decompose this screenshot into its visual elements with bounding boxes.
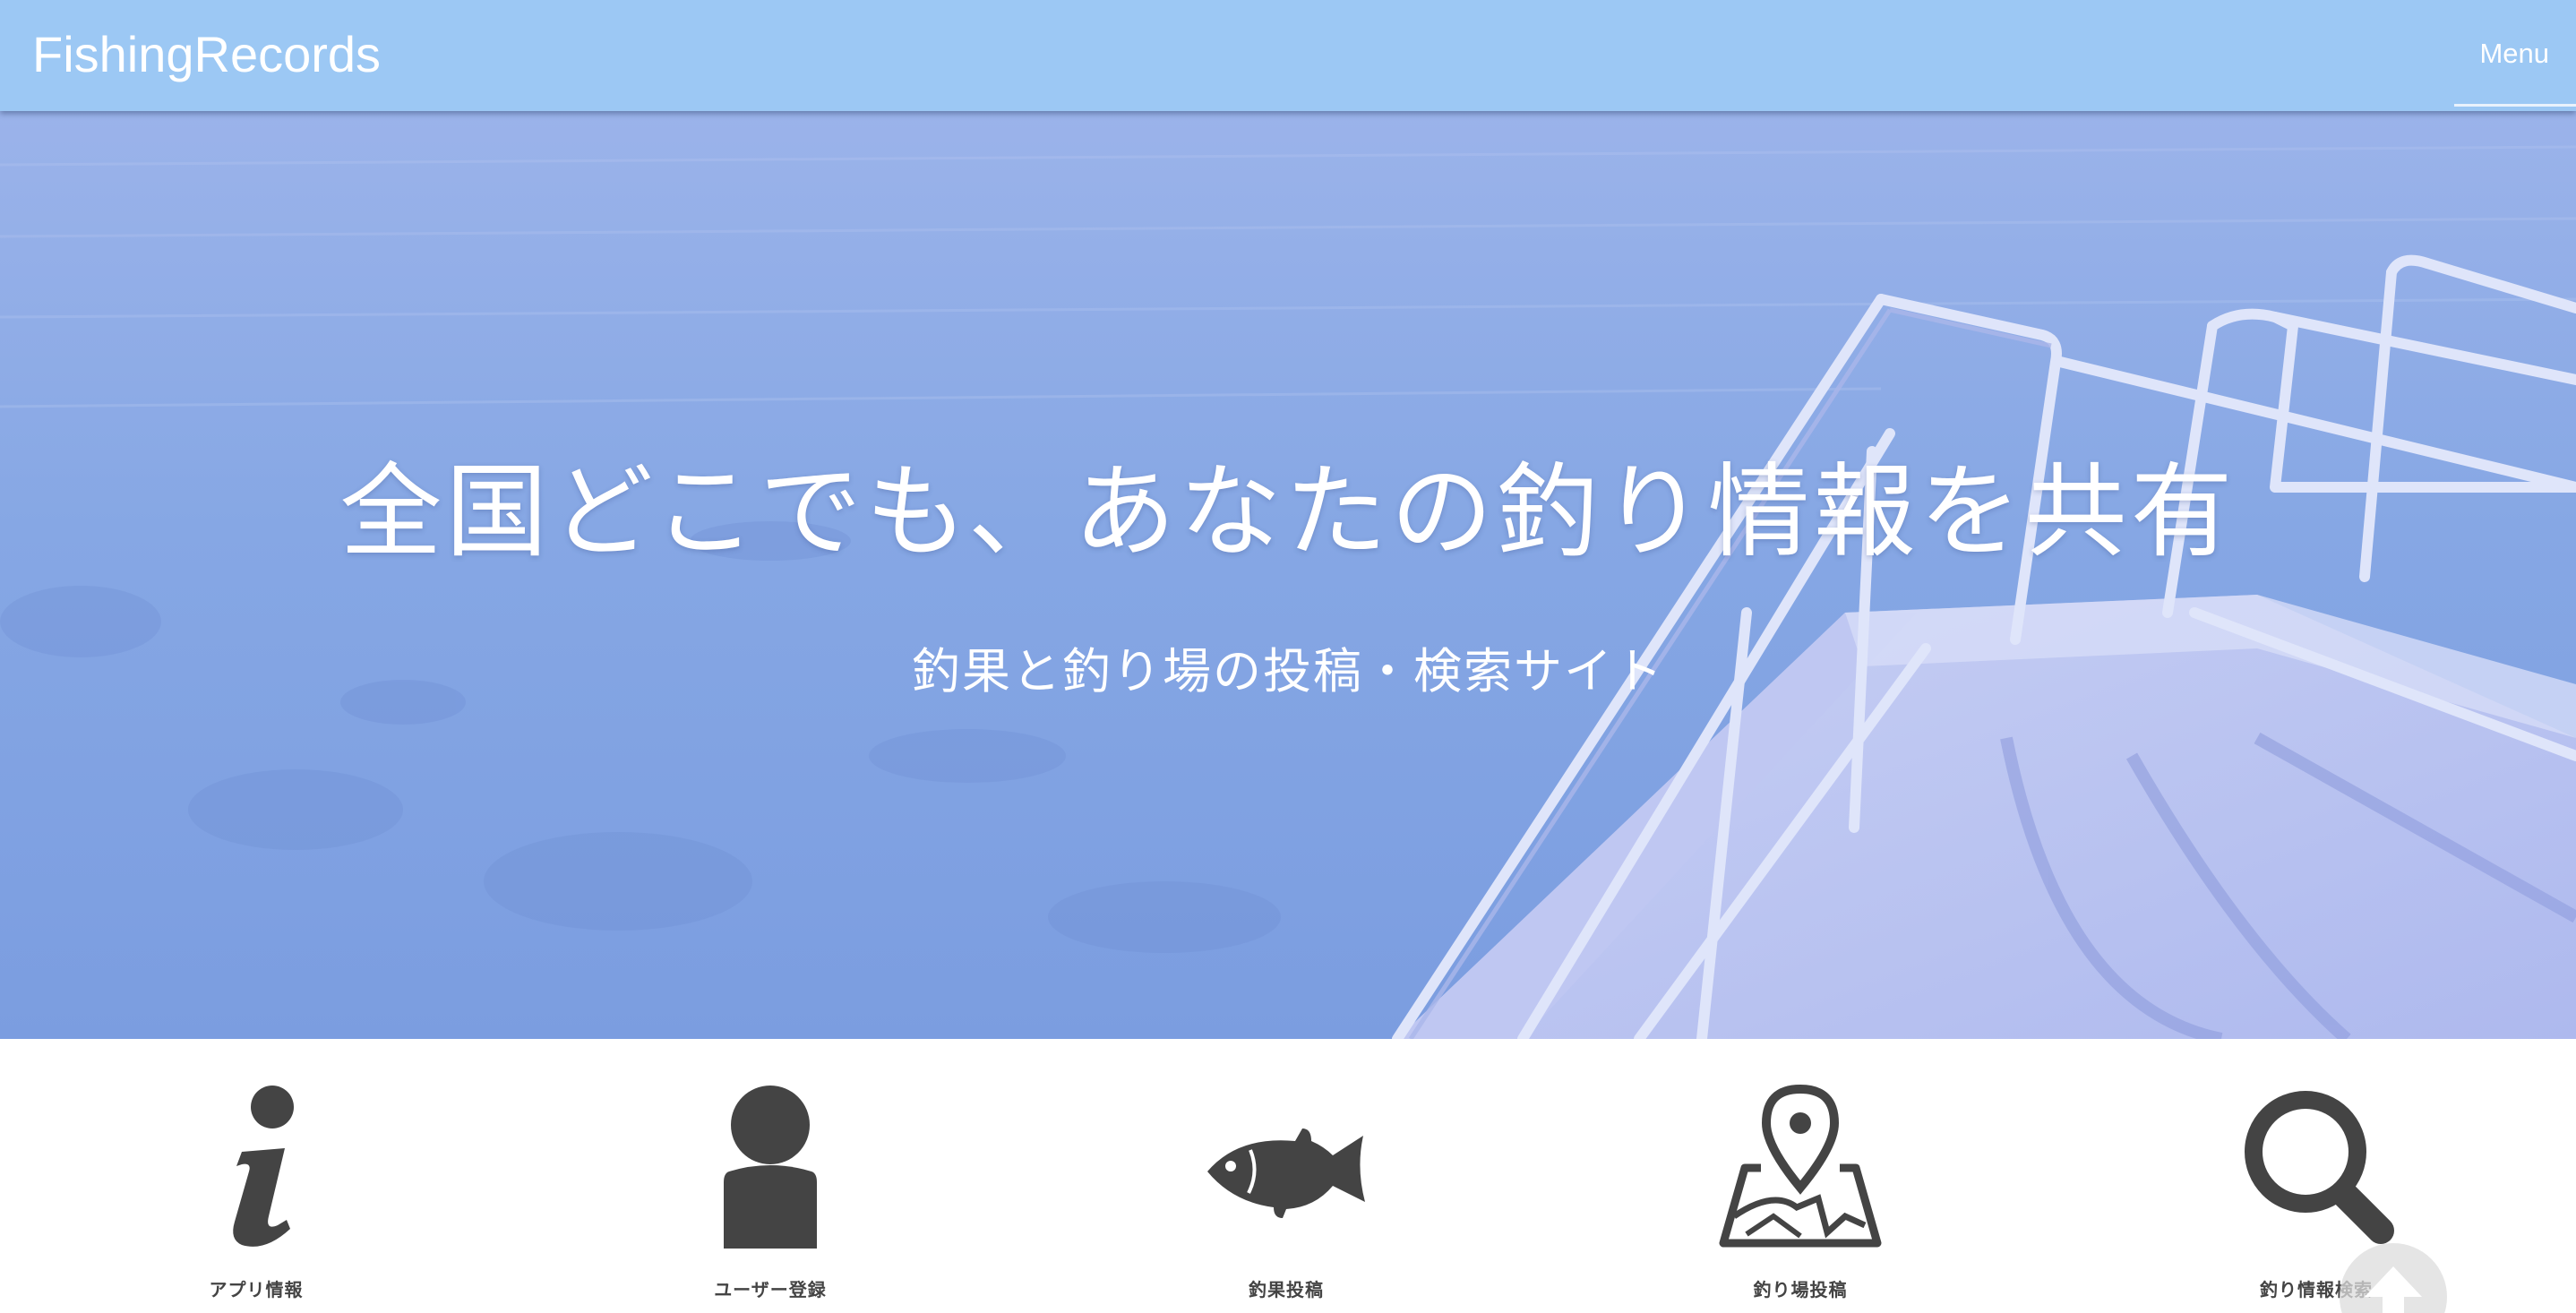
- hero-subtitle: 釣果と釣り場の投稿・検索サイト: [912, 643, 1664, 699]
- hero-background-image: [0, 111, 2576, 1039]
- feature-label: 釣果投稿: [1249, 1279, 1324, 1300]
- feature-app-info[interactable]: アプリ情報: [122, 1039, 391, 1313]
- brand-link[interactable]: FishingRecords: [32, 23, 381, 86]
- feature-row: アプリ情報 ユーザー登録 釣果投稿 釣り場投稿 釣り情報検索: [0, 1039, 2576, 1313]
- scroll-to-top-button[interactable]: [2340, 1243, 2447, 1313]
- map-pin-icon: [1719, 1084, 1882, 1248]
- search-icon: [2245, 1091, 2394, 1244]
- arrow-up-icon: [2365, 1266, 2422, 1313]
- page: FishingRecords Menu 全国どこでも、あなたの釣り情報を共有 釣…: [0, 0, 2576, 1313]
- feature-label: アプリ情報: [209, 1279, 304, 1300]
- feature-spot-post[interactable]: 釣り場投稿: [1666, 1039, 1935, 1313]
- menu-underline: [2454, 104, 2576, 107]
- fish-icon: [1207, 1128, 1365, 1218]
- hero-title: 全国どこでも、あなたの釣り情報を共有: [339, 452, 2237, 571]
- feature-label: 釣り場投稿: [1753, 1279, 1848, 1300]
- hero-section: 全国どこでも、あなたの釣り情報を共有 釣果と釣り場の投稿・検索サイト: [0, 111, 2576, 1039]
- feature-user-register[interactable]: ユーザー登録: [636, 1039, 905, 1313]
- user-icon: [724, 1086, 817, 1249]
- info-icon: [233, 1086, 294, 1247]
- menu-button[interactable]: Menu: [2479, 38, 2549, 70]
- feature-label: ユーザー登録: [714, 1279, 827, 1300]
- navbar: FishingRecords Menu: [0, 0, 2576, 111]
- feature-catch-post[interactable]: 釣果投稿: [1152, 1039, 1421, 1313]
